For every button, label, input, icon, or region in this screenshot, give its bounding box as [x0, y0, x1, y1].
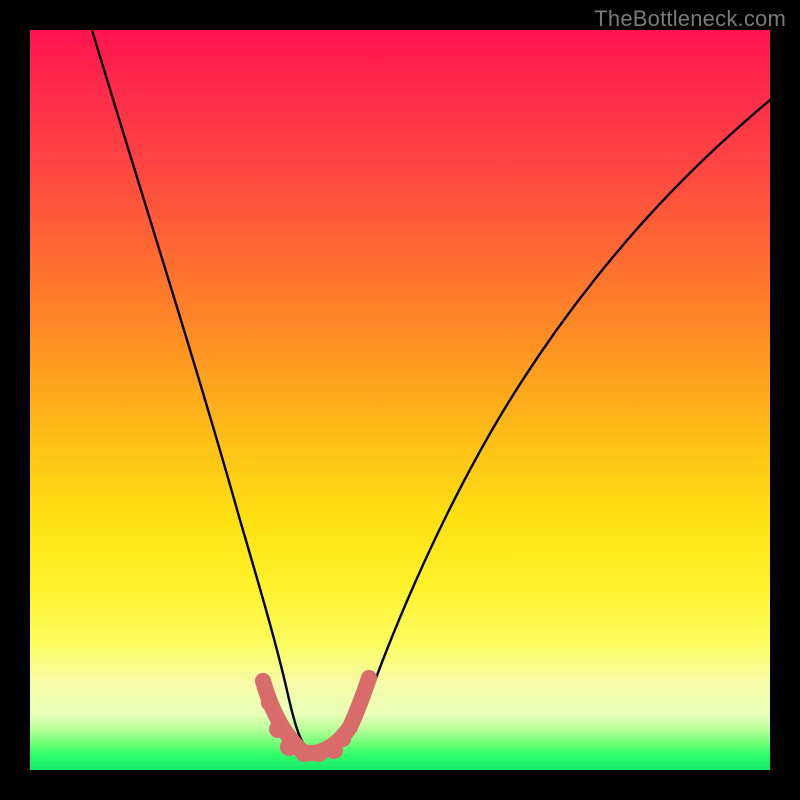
chart-frame: TheBottleneck.com	[0, 0, 800, 800]
curve-path	[89, 30, 770, 754]
bottleneck-curve	[30, 30, 770, 770]
plot-area	[30, 30, 770, 770]
watermark-text: TheBottleneck.com	[594, 6, 786, 32]
salmon-dots	[255, 670, 377, 762]
